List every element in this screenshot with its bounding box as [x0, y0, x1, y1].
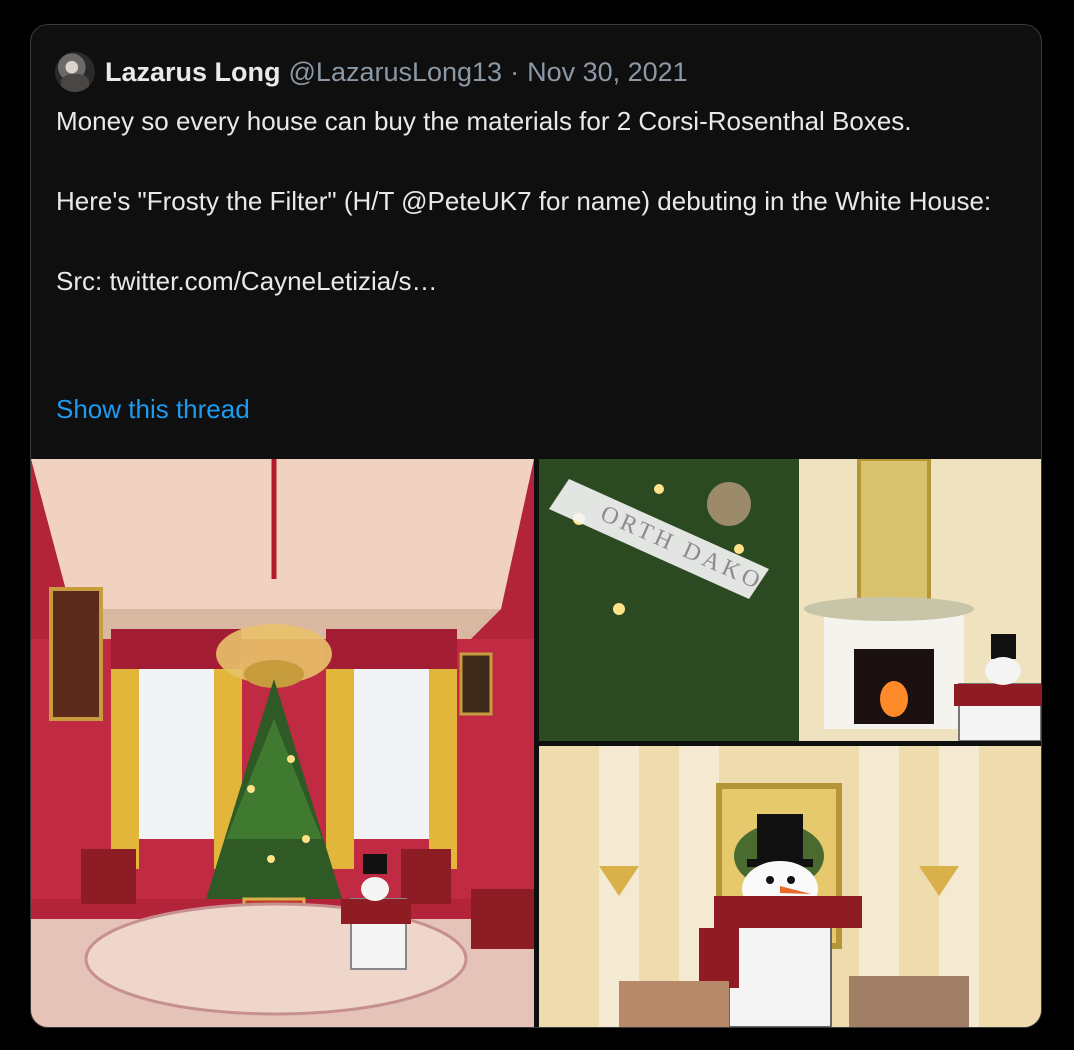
tweet-text: Money so every house can buy the materia… [56, 101, 1006, 301]
show-thread-link[interactable]: Show this thread [56, 389, 250, 429]
tweet-date[interactable]: Nov 30, 2021 [527, 57, 688, 88]
author-name[interactable]: Lazarus Long [105, 57, 281, 88]
photo-fireplace[interactable]: ORTH DAKO [539, 459, 1041, 741]
photo-red-room[interactable] [31, 459, 534, 1027]
tweet-card[interactable]: Lazarus Long @LazarusLong13 · Nov 30, 20… [30, 24, 1042, 1028]
tweet-text-paragraph-2: Here's "Frosty the Filter" (H/T @PeteUK7… [56, 186, 992, 216]
media-grid: ORTH DAKO [31, 459, 1041, 1027]
avatar[interactable] [55, 52, 95, 92]
tweet-text-paragraph-1: Money so every house can buy the materia… [56, 106, 912, 136]
photo-snowman-filter[interactable] [539, 746, 1041, 1027]
separator-dot: · [510, 56, 520, 87]
author-handle[interactable]: @LazarusLong13 [289, 57, 503, 88]
tweet-text-paragraph-3: Src: twitter.com/CayneLetizia/s… [56, 266, 438, 296]
tweet-header: Lazarus Long @LazarusLong13 · Nov 30, 20… [55, 51, 688, 93]
